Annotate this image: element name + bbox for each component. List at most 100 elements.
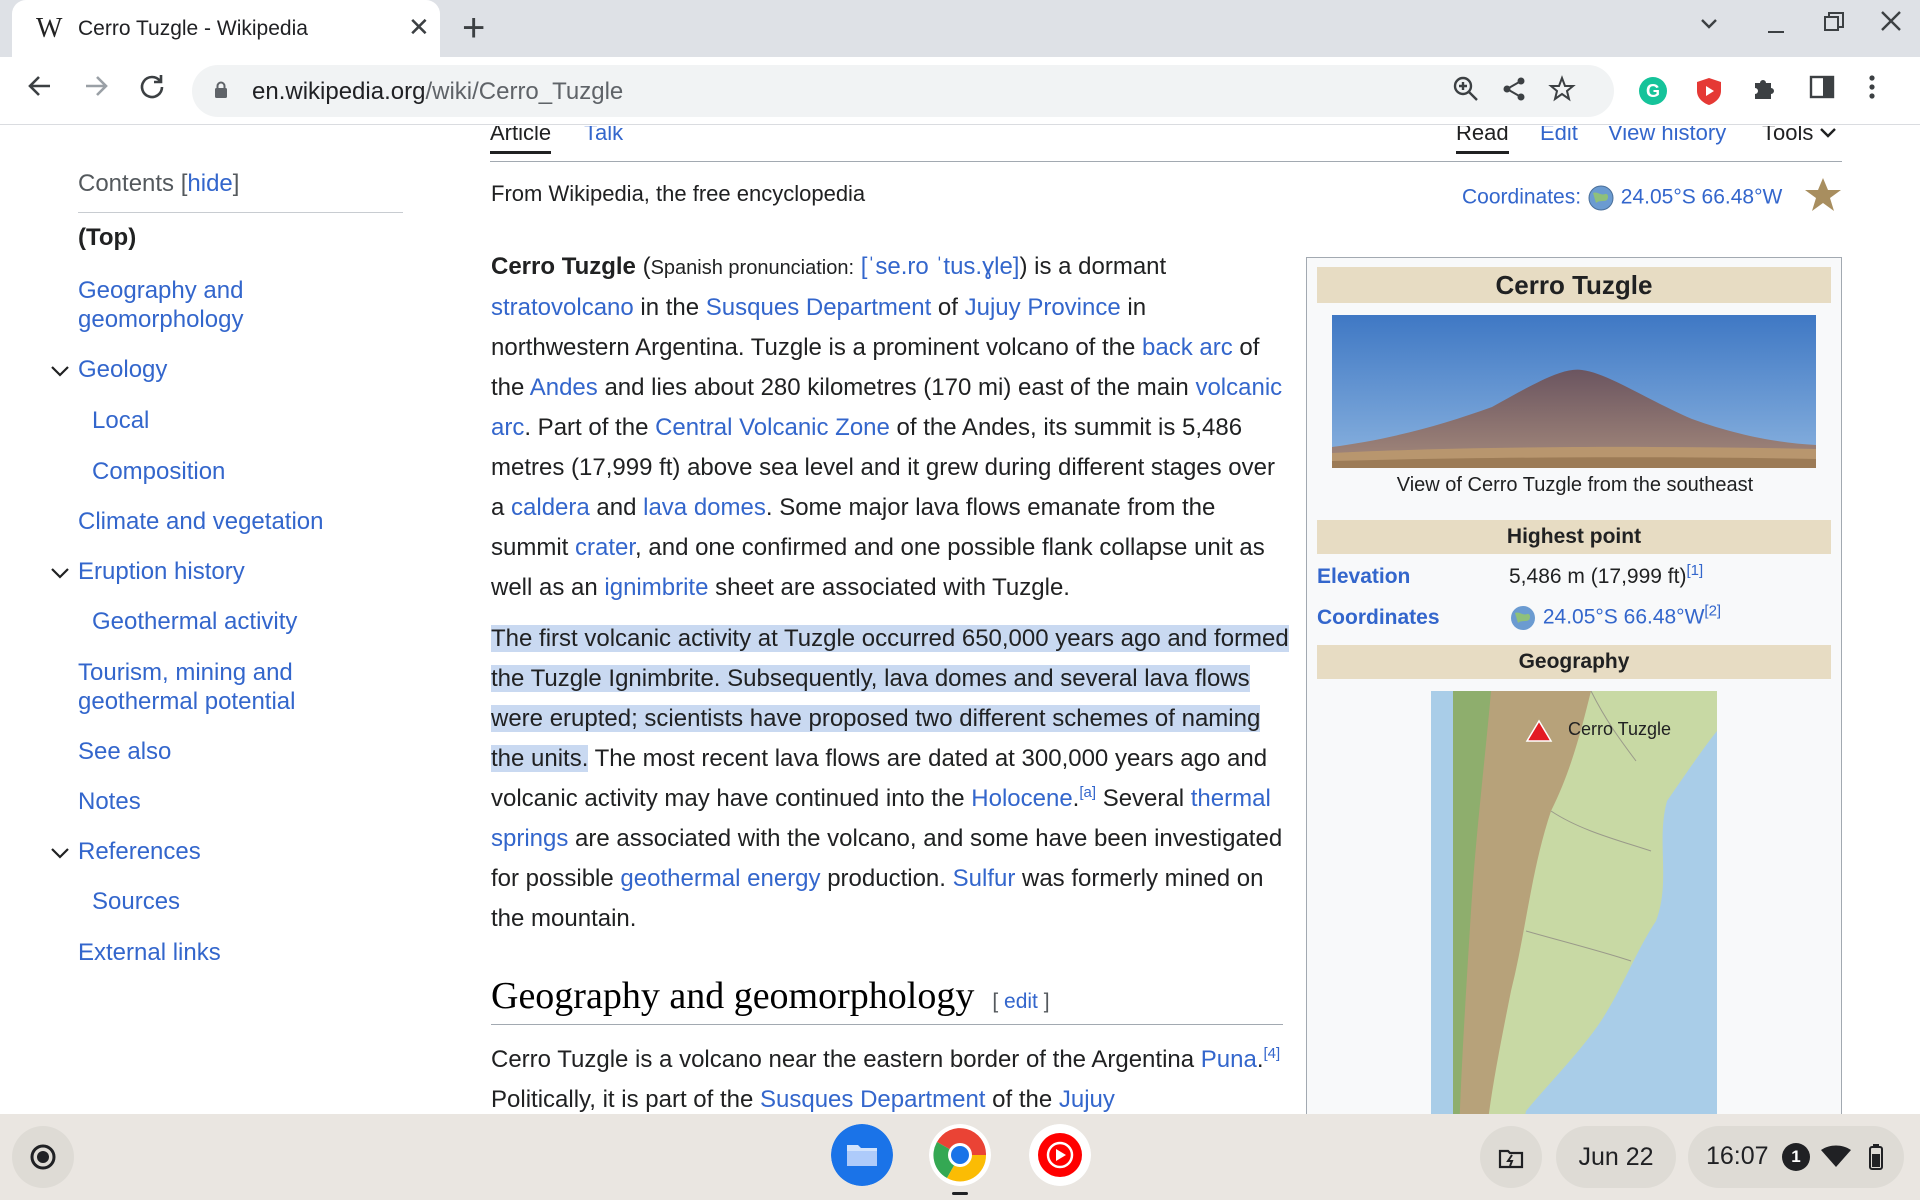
tools-dropdown[interactable]: Tools xyxy=(1762,126,1837,146)
geography-paragraph: Cerro Tuzgle is a volcano near the easte… xyxy=(491,1045,1281,1113)
browser-tab[interactable]: W Cerro Tuzgle - Wikipedia ✕ xyxy=(12,0,440,57)
toc-item-geography-line2[interactable]: geomorphology xyxy=(78,305,243,334)
tab-search-chevron-icon[interactable] xyxy=(1698,10,1720,41)
side-panel-icon[interactable] xyxy=(1808,73,1836,108)
toc-item-see-also[interactable]: See also xyxy=(78,737,171,766)
tab-article[interactable]: Article xyxy=(490,126,552,154)
geography-header: Geography xyxy=(1317,645,1831,679)
featured-star-icon xyxy=(1805,178,1841,211)
ipa-link[interactable]: [ˈse.ro ˈtus.ɣle] xyxy=(861,253,1020,280)
back-icon[interactable] xyxy=(20,71,60,108)
elevation-label[interactable]: Elevation xyxy=(1317,565,1410,589)
chrome-app-icon[interactable] xyxy=(929,1124,991,1186)
toc-item-notes[interactable]: Notes xyxy=(78,787,141,816)
link-central-volcanic-zone[interactable]: Central Volcanic Zone xyxy=(655,414,890,441)
toc-item-tourism-line2[interactable]: geothermal potential xyxy=(78,687,295,716)
launcher-icon[interactable] xyxy=(12,1126,74,1188)
shield-extension-icon[interactable] xyxy=(1694,76,1724,106)
address-bar[interactable]: en.wikipedia.org/wiki/Cerro_Tuzgle xyxy=(192,65,1614,117)
note-a[interactable]: [a] xyxy=(1079,784,1096,801)
browser-toolbar: en.wikipedia.org/wiki/Cerro_Tuzgle G xyxy=(0,57,1920,125)
toc-item-eruption-history[interactable]: Eruption history xyxy=(78,557,245,586)
date-tray[interactable]: Jun 22 xyxy=(1556,1126,1676,1188)
toc-item-sources[interactable]: Sources xyxy=(92,887,180,916)
toc-item-local[interactable]: Local xyxy=(92,406,149,435)
intro-paragraph-2: The first volcanic activity at Tuzgle oc… xyxy=(491,625,1289,932)
toc-item-references[interactable]: References xyxy=(78,837,201,866)
table-of-contents: Contents [hide] xyxy=(78,170,403,213)
link-jujuy[interactable]: Jujuy xyxy=(1059,1086,1115,1113)
coordinates-link[interactable]: Coordinates: 24.05°S 66.48°W xyxy=(1462,184,1782,212)
link-susques-department[interactable]: Susques Department xyxy=(706,294,931,321)
tagline: From Wikipedia, the free encyclopedia xyxy=(491,181,866,206)
link-back-arc[interactable]: back arc xyxy=(1142,334,1233,361)
highest-point-header: Highest point xyxy=(1317,520,1831,554)
toc-item-geography-line1[interactable]: Geography and xyxy=(78,276,243,305)
coordinates-label[interactable]: Coordinates xyxy=(1317,606,1440,630)
reload-icon[interactable] xyxy=(132,71,172,108)
infobox-title: Cerro Tuzgle xyxy=(1317,267,1831,303)
bookmark-star-icon[interactable] xyxy=(1548,75,1576,110)
chevron-down-icon[interactable] xyxy=(49,562,71,584)
extensions-puzzle-icon[interactable] xyxy=(1750,73,1780,110)
ref-4[interactable]: [4] xyxy=(1264,1045,1281,1062)
new-tab-icon[interactable]: + xyxy=(462,6,485,51)
toc-item-tourism-line1[interactable]: Tourism, mining and xyxy=(78,658,293,687)
toc-heading: Contents [hide] xyxy=(78,170,403,213)
holding-space-button[interactable] xyxy=(1480,1126,1542,1188)
status-tray[interactable]: 16:07 1 xyxy=(1688,1126,1904,1188)
link-geothermal-energy[interactable]: geothermal energy xyxy=(620,865,820,892)
toc-item-composition[interactable]: Composition xyxy=(92,457,225,486)
lock-icon[interactable] xyxy=(214,81,228,99)
svg-text:G: G xyxy=(1646,81,1660,101)
chevron-down-icon[interactable] xyxy=(49,842,71,864)
restore-icon[interactable] xyxy=(1822,10,1846,41)
link-caldera[interactable]: caldera xyxy=(511,494,590,521)
minimize-icon[interactable] xyxy=(1764,10,1788,41)
section-heading: Geography and geomorphology [ edit ] xyxy=(491,974,1283,1025)
link-jujuy-province[interactable]: Jujuy Province xyxy=(965,294,1121,321)
link-crater[interactable]: crater xyxy=(575,534,635,561)
menu-kebab-icon[interactable] xyxy=(1868,73,1876,108)
globe-icon xyxy=(1511,606,1535,630)
link-susques-department[interactable]: Susques Department xyxy=(760,1086,985,1113)
map-label: Cerro Tuzgle xyxy=(1568,719,1671,739)
zoom-icon[interactable] xyxy=(1452,75,1480,110)
link-stratovolcano[interactable]: stratovolcano xyxy=(491,294,634,321)
url-text[interactable]: en.wikipedia.org/wiki/Cerro_Tuzgle xyxy=(252,78,623,106)
files-app-icon[interactable] xyxy=(831,1124,893,1186)
link-lava-domes[interactable]: lava domes xyxy=(643,494,766,521)
clock: 16:07 xyxy=(1706,1142,1769,1170)
grammarly-extension-icon[interactable]: G xyxy=(1638,76,1668,106)
tab-view-history[interactable]: View history xyxy=(1608,126,1726,146)
toc-item-external-links[interactable]: External links xyxy=(78,938,221,967)
link-sulfur[interactable]: Sulfur xyxy=(953,865,1016,892)
section-edit-link[interactable]: edit xyxy=(1004,990,1038,1013)
battery-icon xyxy=(1869,1144,1883,1170)
volcano-photo[interactable] xyxy=(1332,315,1816,468)
toc-item-top[interactable]: (Top) xyxy=(78,223,136,252)
link-ignimbrite[interactable]: ignimbrite xyxy=(604,574,708,601)
link-puna[interactable]: Puna xyxy=(1201,1046,1257,1073)
elevation-value: 5,486 m (17,999 ft)[1] xyxy=(1509,562,1704,588)
notification-count-badge: 1 xyxy=(1782,1143,1810,1171)
location-map[interactable]: Cerro Tuzgle xyxy=(1431,691,1717,1114)
toc-item-geology[interactable]: Geology xyxy=(78,355,167,384)
link-andes[interactable]: Andes xyxy=(530,374,598,401)
tab-edit[interactable]: Edit xyxy=(1540,126,1578,146)
toc-item-climate[interactable]: Climate and vegetation xyxy=(78,507,323,536)
toc-item-geothermal-activity[interactable]: Geothermal activity xyxy=(92,607,297,636)
infobox-coordinates[interactable]: 24.05°S 66.48°W[2] xyxy=(1509,604,1721,632)
tab-close-icon[interactable]: ✕ xyxy=(408,12,430,43)
chevron-down-icon[interactable] xyxy=(49,360,71,382)
toc-hide-link[interactable]: hide xyxy=(187,170,232,197)
globe-icon xyxy=(1588,185,1614,211)
tab-read[interactable]: Read xyxy=(1456,126,1509,154)
link-holocene[interactable]: Holocene xyxy=(971,785,1072,812)
tab-talk[interactable]: Talk xyxy=(584,126,623,146)
youtube-music-app-icon[interactable] xyxy=(1029,1124,1091,1186)
close-window-icon[interactable] xyxy=(1878,8,1904,41)
tab-strip: W Cerro Tuzgle - Wikipedia ✕ + xyxy=(0,0,1920,57)
share-icon[interactable] xyxy=(1500,75,1528,110)
forward-icon[interactable] xyxy=(76,71,116,108)
